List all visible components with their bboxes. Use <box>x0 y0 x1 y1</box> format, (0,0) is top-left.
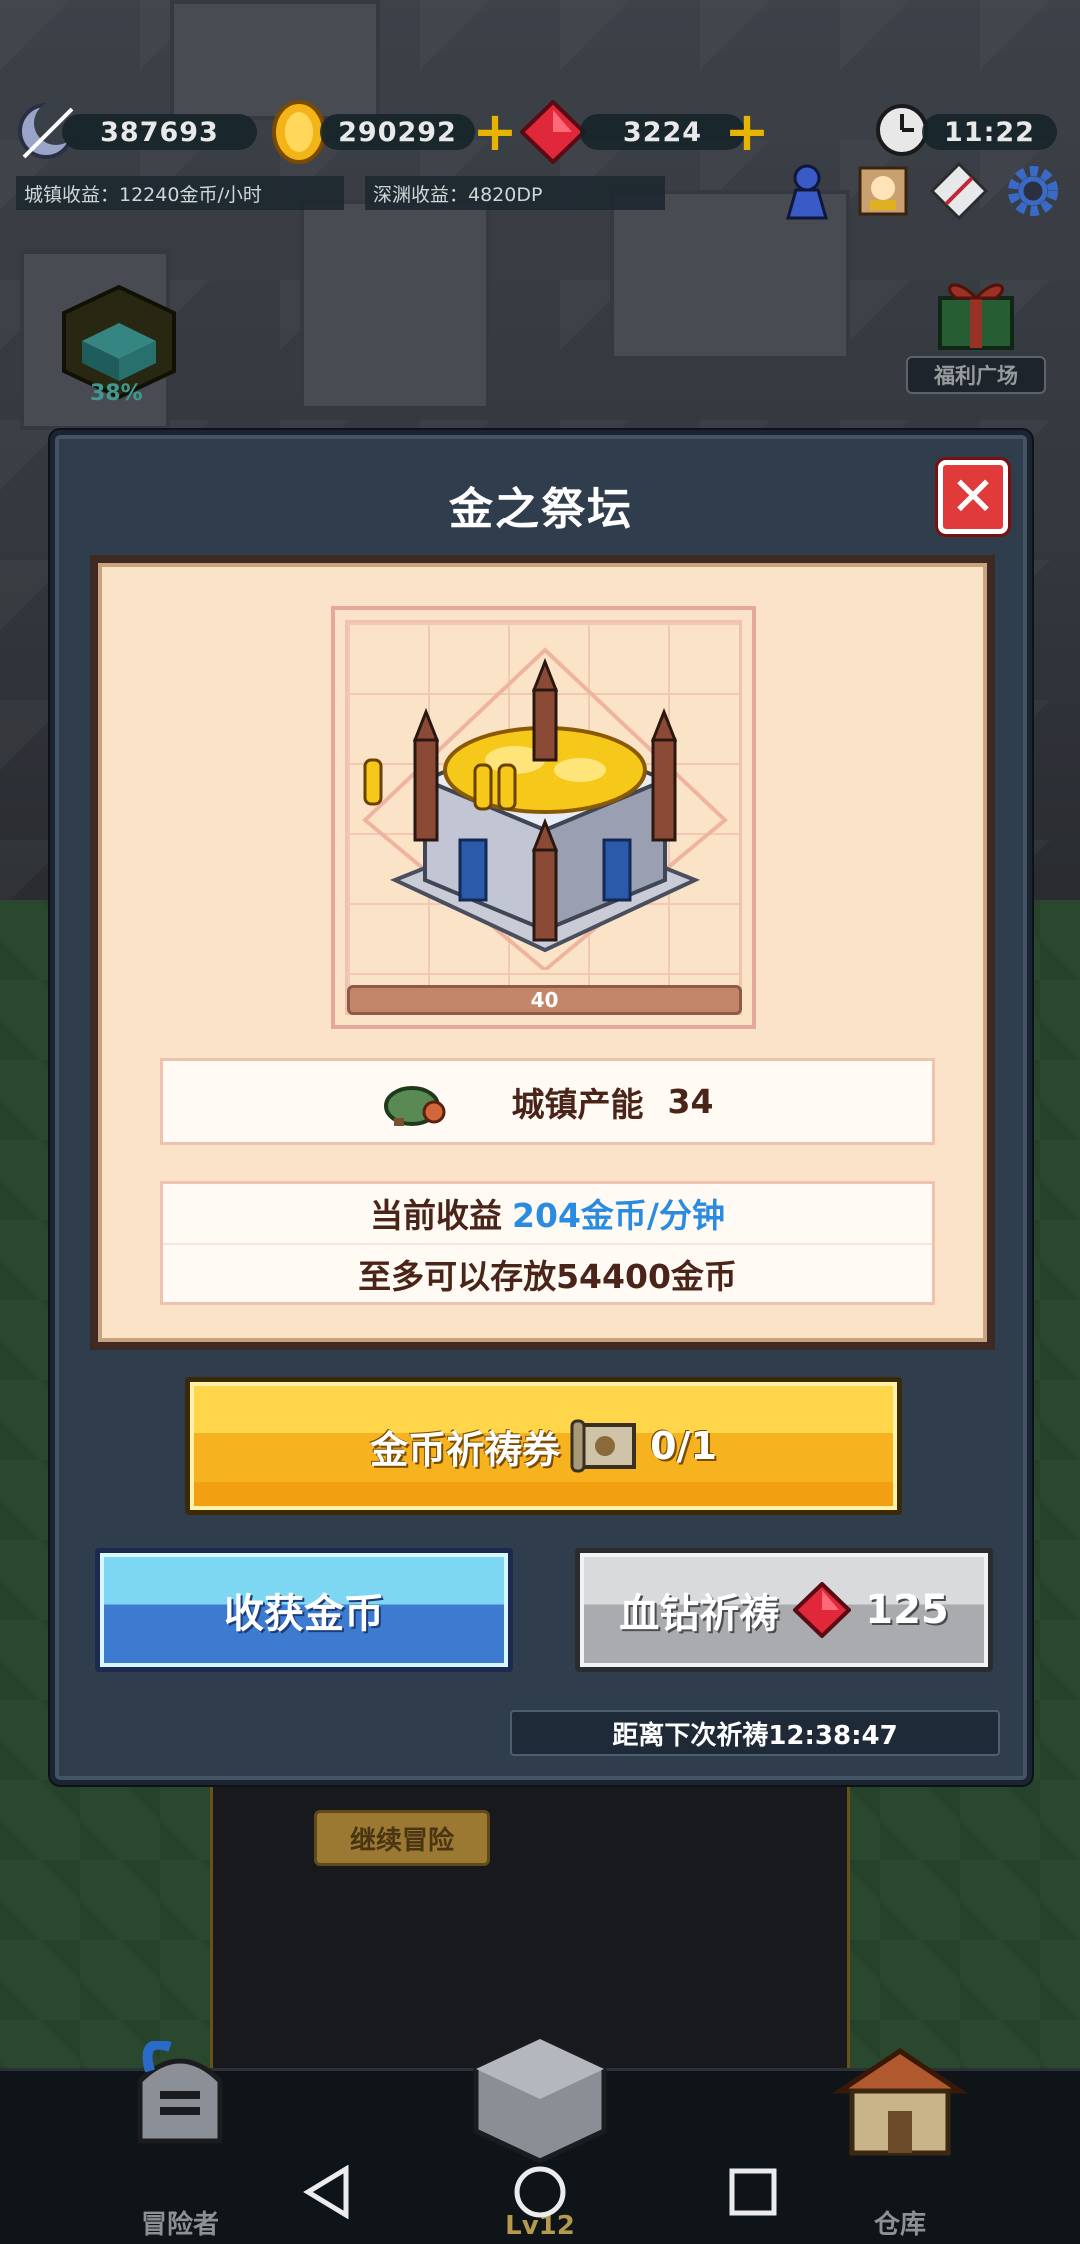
harvest-label: 收获金币 <box>224 1591 384 1637</box>
prayer-ticket-count: 0/1 <box>650 1424 717 1468</box>
continue-adventure-button[interactable]: 继续冒险 <box>314 1810 490 1866</box>
home-nav-button[interactable] <box>505 2157 575 2227</box>
home-circle-icon <box>514 2166 566 2218</box>
close-icon: ✕ <box>950 465 996 528</box>
storage-capacity: 至多可以存放54400金币 <box>358 1256 737 1296</box>
prayer-ticket-label: 金币祈祷券 <box>370 1427 561 1472</box>
building-level: 40 <box>530 988 559 1012</box>
production-label: 城镇产能 <box>511 1084 644 1124</box>
blood-diamond-prayer-button[interactable]: 血钻祈祷 125 <box>575 1548 993 1672</box>
scroll-ticket-icon <box>570 1419 637 1473</box>
dialog-title: 金之祭坛 <box>449 484 633 535</box>
back-triangle-icon <box>302 2165 349 2219</box>
character-portrait-icon[interactable] <box>852 160 914 222</box>
town-income-label: 城镇收益：12240金币/小时 <box>16 176 344 210</box>
blood-prayer-cost: 125 <box>865 1587 949 1633</box>
add-gem-button[interactable]: + <box>722 104 772 160</box>
income-line: 当前收益 204金币/分钟 <box>370 1184 725 1243</box>
gem-counter: 3224 <box>580 114 745 150</box>
production-value: 34 <box>667 1082 714 1121</box>
income-prefix: 当前收益 <box>370 1196 503 1236</box>
turtle-shell-icon <box>383 1085 446 1126</box>
production-row: 城镇产能 34 <box>160 1058 935 1145</box>
back-nav-button[interactable] <box>292 2157 362 2227</box>
stamina-counter: 387693 <box>62 114 257 150</box>
recents-square-icon <box>729 2168 777 2216</box>
gold-prayer-ticket-button[interactable]: 金币祈祷券 0/1 <box>185 1377 902 1515</box>
abyss-income-label: 深渊收益：4820DP <box>365 176 665 210</box>
building-info-card: 40 城镇产能 34 当前收益 204金币/分钟 至多可以存放54400金币 <box>90 555 995 1350</box>
settings-gear-icon[interactable] <box>1002 160 1064 222</box>
recents-nav-button[interactable] <box>718 2157 788 2227</box>
gold-counter: 290292 <box>320 114 475 150</box>
next-prayer-timer: 距离下次祈祷12:38:47 <box>510 1710 1000 1756</box>
close-button[interactable]: ✕ <box>938 460 1008 534</box>
red-gem-icon <box>793 1582 852 1638</box>
knight-helmet-icon <box>137 2041 223 2144</box>
blood-prayer-label: 血钻祈祷 <box>619 1591 780 1637</box>
golden-altar-building-icon <box>361 647 729 970</box>
income-value: 204金币/分钟 <box>512 1196 725 1236</box>
building-art-frame: 40 <box>331 606 756 1029</box>
compass-map-icon[interactable] <box>928 160 990 222</box>
system-navigation-bar <box>0 2140 1080 2244</box>
red-gem-icon <box>520 100 586 164</box>
clock-time: 11:22 <box>922 114 1057 150</box>
golden-altar-dialog: 金之祭坛 ✕ 40 城镇产能 34 当前收益 204金币/分钟 至多可以存放54… <box>50 430 1032 1785</box>
harvest-gold-button[interactable]: 收获金币 <box>95 1548 513 1672</box>
adventurer-squad-icon[interactable] <box>776 160 838 222</box>
income-box: 当前收益 204金币/分钟 至多可以存放54400金币 <box>160 1181 935 1305</box>
add-gold-button[interactable]: + <box>470 104 520 160</box>
building-level-bar: 40 <box>347 985 742 1015</box>
